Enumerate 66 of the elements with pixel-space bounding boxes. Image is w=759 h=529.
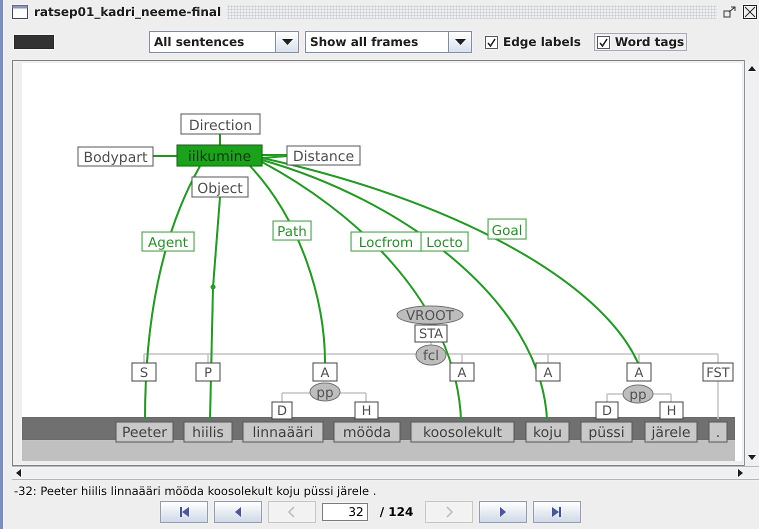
function-node: FST: [702, 362, 734, 382]
checkbox[interactable]: Word tags: [594, 33, 688, 51]
right-arrow-icon[interactable]: [738, 469, 743, 477]
function-node: H: [660, 402, 684, 420]
word-token[interactable]: koju: [526, 422, 570, 442]
dropdown[interactable]: All sentences: [149, 31, 299, 53]
window-icon: [12, 5, 28, 19]
up-arrow-icon[interactable]: [748, 66, 756, 71]
function-node: A: [626, 362, 652, 382]
horizontal-scrollbar[interactable]: [12, 466, 759, 480]
connector-line: [219, 134, 221, 145]
close-icon[interactable]: [743, 5, 757, 19]
frame-element-node[interactable]: Bodypart: [78, 146, 154, 166]
word-token[interactable]: .: [708, 422, 728, 442]
node-dot: [210, 284, 216, 290]
window-title: ratsep01_kadri_neeme-final: [34, 5, 222, 19]
down-arrow-icon[interactable]: [748, 455, 756, 460]
dropdown[interactable]: Show all frames: [305, 31, 472, 53]
word-token[interactable]: linnaääri: [242, 422, 324, 442]
checkbox[interactable]: Edge labels: [482, 33, 584, 51]
caret-icon: [282, 39, 292, 45]
word-token[interactable]: järele: [644, 422, 698, 442]
frame-element-node[interactable]: Distance: [286, 146, 360, 166]
page-field[interactable]: 32: [322, 503, 368, 521]
vertical-scrollbar[interactable]: [744, 60, 759, 466]
function-node: D: [596, 402, 618, 420]
word-token[interactable]: mööda: [334, 422, 400, 442]
page-total: / 124: [380, 505, 414, 519]
check-icon: [487, 38, 496, 46]
function-node: P: [196, 362, 220, 382]
function-node: A: [312, 362, 338, 382]
prev-button[interactable]: [214, 501, 262, 523]
word-token[interactable]: koosolekult: [410, 422, 514, 442]
last-button[interactable]: [533, 501, 582, 523]
function-node: S: [132, 362, 156, 382]
word-token[interactable]: püssi: [580, 422, 632, 442]
dark-block: [14, 35, 54, 49]
first-button[interactable]: [160, 501, 208, 523]
frame-element-node[interactable]: Direction: [180, 114, 260, 134]
left-arrow-icon[interactable]: [16, 469, 21, 477]
word-token[interactable]: hiilis: [184, 422, 232, 442]
function-node: D: [272, 402, 292, 420]
maximize-icon[interactable]: [723, 6, 737, 18]
skip-end-icon: [551, 506, 564, 518]
sentence-text: -32: Peeter hiilis linnaääri mööda koosolekult koju püssi järele .: [13, 483, 378, 500]
frame-element-node[interactable]: Object: [192, 176, 248, 198]
phrase-node: pp: [622, 384, 654, 404]
phrase-node: pp: [310, 382, 340, 402]
phrase-node: VROOT: [396, 306, 464, 324]
function-node: A: [536, 362, 560, 382]
skip-start-icon: [178, 506, 190, 518]
edge-label: Locto: [420, 232, 468, 252]
function-node: A: [450, 362, 474, 382]
connector-line: [153, 155, 177, 157]
function-node: H: [354, 402, 378, 420]
edge-label: Agent: [142, 232, 194, 252]
caret-icon: [454, 39, 466, 45]
next-button[interactable]: [479, 501, 528, 523]
edge-label: Goal: [488, 218, 526, 240]
frame-node[interactable]: iilkumine: [176, 144, 262, 166]
check-icon: [598, 38, 608, 46]
word-token[interactable]: Peeter: [116, 422, 174, 442]
phrase-node: fcl: [416, 344, 446, 366]
edge-label: Locfrom: [350, 232, 422, 252]
edge-label: Path: [272, 220, 312, 240]
function-node: STA: [414, 324, 448, 342]
